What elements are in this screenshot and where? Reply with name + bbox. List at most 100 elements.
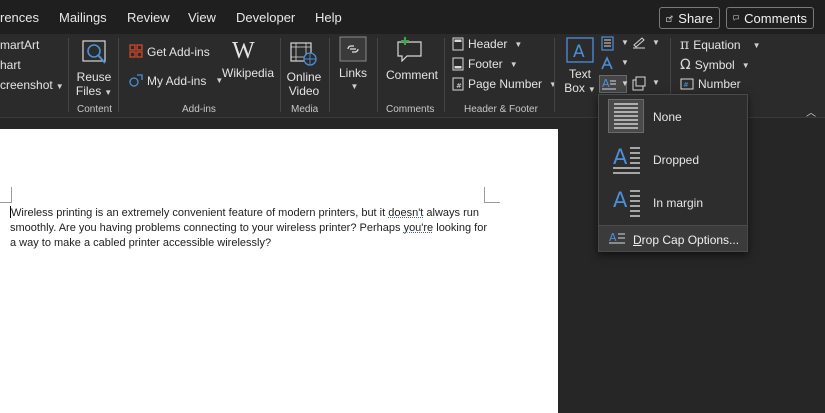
svg-text:A: A (573, 42, 585, 62)
comments-button[interactable]: Comments (726, 7, 814, 29)
header-icon (452, 37, 464, 51)
page-number-label: Page Number (468, 77, 543, 91)
group-label-media: Media (291, 104, 319, 115)
links-button[interactable]: Links ▼ (335, 36, 371, 92)
footer-label: Footer (468, 57, 503, 71)
svg-text:A: A (609, 231, 617, 244)
svg-text:A: A (602, 77, 610, 90)
drop-cap-in-margin-item[interactable]: A In margin (599, 181, 747, 224)
crop-mark (484, 187, 500, 203)
online-video-button[interactable]: Online Video (284, 38, 324, 100)
wordart-button[interactable]: ▼ (601, 56, 629, 72)
links-label: Links (338, 66, 367, 80)
get-addins-label: Get Add-ins (147, 44, 210, 59)
comment-label: Comment (386, 68, 439, 82)
svg-text:A: A (613, 145, 628, 169)
tab-references[interactable]: rences (0, 10, 39, 25)
screenshot-label: creenshot (0, 78, 53, 92)
drop-cap-none-label: None (653, 110, 682, 124)
link-icon (339, 36, 367, 62)
group-divider (280, 38, 281, 112)
word-window: rences Mailings Review View Developer He… (0, 0, 825, 413)
drop-cap-options-text: rop Cap Options... (641, 233, 740, 247)
share-label: Share (678, 10, 713, 26)
chevron-down-icon: ▼ (621, 38, 629, 47)
page-number-icon: # (452, 77, 464, 91)
chevron-down-icon: ▼ (509, 59, 518, 69)
group-divider (68, 38, 69, 112)
tab-review[interactable]: Review (127, 10, 170, 25)
reuse-files-icon (82, 40, 106, 64)
footer-button[interactable]: Footer ▼ (452, 57, 518, 71)
wikipedia-icon: W (232, 38, 255, 64)
my-addins-button[interactable]: My Add-ins ▼ (129, 73, 223, 88)
document-page[interactable]: Wireless printing is an extremely conven… (0, 129, 558, 413)
chevron-down-icon: ▼ (652, 38, 660, 47)
wikipedia-label: Wikipedia (222, 66, 275, 80)
quick-parts-button[interactable]: ▼ (601, 36, 629, 52)
group-label-addins: Add-ins (182, 104, 216, 115)
chevron-down-icon: ▼ (652, 78, 660, 87)
collapse-ribbon-icon[interactable]: ︿ (806, 104, 816, 119)
chevron-down-icon: ▼ (752, 40, 761, 50)
chevron-down-icon: ▼ (587, 85, 596, 94)
drop-cap-dropped-item[interactable]: A Dropped (599, 138, 747, 181)
online-video-label-2: Video (288, 84, 320, 98)
svg-text:#: # (456, 82, 462, 90)
document-body-text[interactable]: Wireless printing is an extremely conven… (10, 206, 488, 251)
equation-button[interactable]: π Equation ▼ (680, 37, 761, 53)
drop-cap-options-icon: A (609, 231, 625, 244)
paragraph-text-1: Wireless printing is an extremely conven… (11, 207, 389, 219)
text-box-label-1: Text (568, 67, 591, 81)
wikipedia-button[interactable]: W Wikipedia (220, 38, 275, 86)
new-comment-button[interactable]: Comment (381, 36, 439, 86)
text-box-button[interactable]: A Text Box ▼ (562, 37, 598, 97)
spelling-flag: you're (403, 222, 434, 234)
number-icon: # (680, 78, 694, 90)
tab-help[interactable]: Help (315, 10, 342, 25)
tab-view[interactable]: View (188, 10, 216, 25)
object-icon (632, 76, 646, 91)
addins-icon (129, 74, 143, 87)
text-box-icon: A (566, 37, 594, 63)
get-addins-button[interactable]: Get Add-ins (129, 44, 210, 59)
symbol-label: Symbol (694, 58, 735, 72)
group-divider (444, 38, 445, 112)
svg-text:#: # (683, 81, 689, 89)
number-button[interactable]: # Number (680, 77, 741, 91)
chevron-down-icon: ▼ (621, 79, 629, 88)
drop-cap-dropped-icon: A (613, 145, 640, 174)
pi-icon: π (680, 37, 690, 53)
smartart-label: martArt (0, 38, 40, 52)
signature-line-button[interactable]: ▼ (632, 36, 660, 52)
signature-line-icon (633, 37, 645, 49)
drop-cap-options-item[interactable]: A Drop Cap Options... (599, 225, 747, 251)
store-icon (129, 44, 143, 58)
reuse-files-label-2: Files (75, 84, 102, 98)
group-divider (329, 38, 330, 112)
quick-parts-icon (601, 36, 614, 51)
chevron-down-icon: ▼ (350, 82, 359, 91)
text-box-label-2: Box (564, 81, 585, 95)
chart-button[interactable]: hart (0, 58, 21, 72)
page-number-button[interactable]: # Page Number ▼ (452, 77, 557, 91)
footer-icon (452, 57, 464, 71)
chevron-down-icon: ▼ (549, 79, 557, 89)
reuse-files-button[interactable]: Reuse Files ▼ (74, 38, 114, 100)
tab-mailings[interactable]: Mailings (59, 10, 107, 25)
reuse-files-label-1: Reuse (76, 70, 112, 84)
header-button[interactable]: Header ▼ (452, 37, 522, 51)
drop-cap-button[interactable]: A ▼ (599, 75, 629, 93)
share-icon (666, 15, 673, 22)
drop-cap-none-item[interactable]: None (599, 95, 747, 138)
screenshot-button[interactable]: creenshot ▼ (0, 78, 64, 92)
chevron-down-icon: ▼ (741, 60, 750, 70)
tab-developer[interactable]: Developer (236, 10, 295, 25)
svg-text:A: A (613, 188, 628, 212)
symbol-button[interactable]: Ω Symbol ▼ (680, 57, 750, 73)
object-button[interactable]: ▼ (632, 76, 660, 92)
share-button[interactable]: Share (659, 7, 720, 29)
new-comment-icon (397, 37, 422, 62)
my-addins-label: My Add-ins (147, 73, 207, 88)
smartart-button[interactable]: martArt (0, 38, 39, 52)
